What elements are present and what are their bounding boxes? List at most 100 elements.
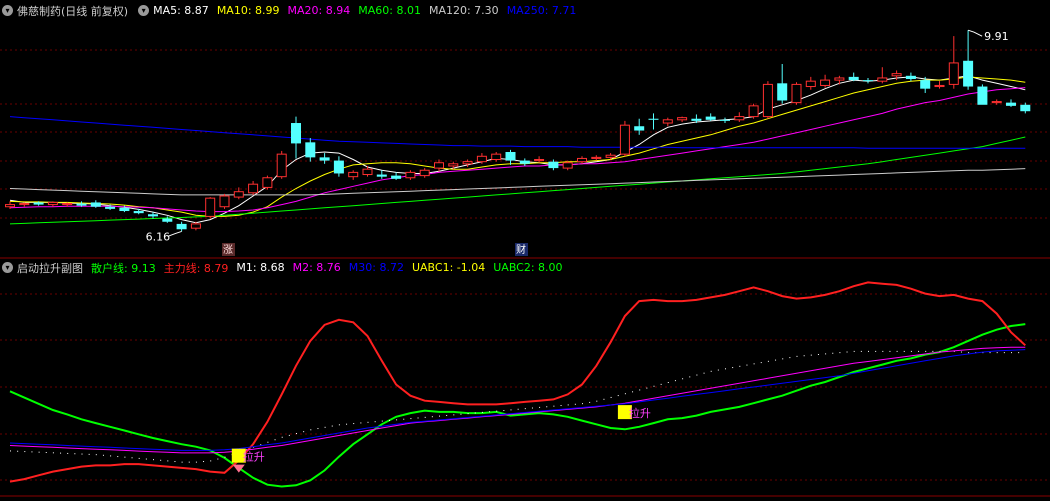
dot-m1-28-0 bbox=[410, 418, 412, 420]
dot-m1-21-1 bbox=[317, 428, 319, 430]
dot-m1-28-1 bbox=[417, 417, 419, 419]
dot-m1-49-0 bbox=[710, 370, 712, 372]
dot-m1-7-1 bbox=[117, 456, 119, 458]
dot-m1-66-1 bbox=[960, 351, 962, 353]
dot-m1-24-0 bbox=[353, 423, 355, 425]
candle-body-10 bbox=[148, 214, 158, 217]
dot-m1-3-0 bbox=[52, 452, 54, 454]
dot-m1-7-0 bbox=[110, 455, 112, 457]
candle-body-46 bbox=[662, 119, 673, 124]
dot-m1-29-1 bbox=[431, 416, 433, 418]
dot-m1-45-0 bbox=[653, 385, 655, 387]
dot-m1-15-0 bbox=[224, 456, 226, 458]
dot-m1-0-1 bbox=[17, 450, 19, 452]
indicator-legend-item-3: M2: 8.76 bbox=[292, 261, 341, 274]
indicator-menu-icon[interactable]: ▾ bbox=[2, 262, 13, 273]
dot-m1-63-1 bbox=[918, 350, 920, 352]
dot-m1-56-1 bbox=[817, 354, 819, 355]
badge-cai: 财 bbox=[516, 243, 526, 256]
candle-body-22 bbox=[319, 157, 330, 161]
candle-body-41 bbox=[591, 156, 602, 159]
dot-m1-23-0 bbox=[338, 424, 340, 426]
dot-m1-61-1 bbox=[889, 350, 891, 352]
dot-m1-29-0 bbox=[424, 416, 426, 418]
candle-body-39 bbox=[562, 162, 573, 169]
indicator-name: 启动拉升副图 bbox=[17, 261, 83, 275]
dot-m1-52-1 bbox=[760, 362, 762, 364]
candle-body-49 bbox=[705, 116, 716, 120]
ma-legend-item-1: MA10: 8.99 bbox=[216, 4, 280, 17]
dot-m1-26-1 bbox=[388, 419, 390, 421]
candle-body-13 bbox=[190, 223, 201, 229]
indicator-legend-item-4: M30: 8.72 bbox=[348, 261, 404, 274]
dot-m1-27-0 bbox=[396, 419, 398, 421]
dot-m1-55-0 bbox=[796, 355, 798, 357]
candle-body-63 bbox=[905, 75, 916, 80]
candle-body-9 bbox=[133, 211, 144, 214]
candle-body-58 bbox=[834, 77, 845, 81]
candle-body-54 bbox=[777, 83, 788, 101]
candle-body-70 bbox=[1006, 102, 1016, 106]
dot-m1-6-1 bbox=[102, 454, 104, 456]
candle-body-66 bbox=[948, 62, 959, 85]
chart-canvas[interactable]: 9.916.16涨 财拉升拉升 bbox=[0, 0, 1050, 501]
ma-legend-item-4: MA120: 7.30 bbox=[428, 4, 499, 17]
candle-body-53 bbox=[762, 83, 773, 118]
dot-m1-11-0 bbox=[167, 460, 169, 462]
dot-m1-63-0 bbox=[910, 350, 912, 352]
candle-body-3 bbox=[47, 201, 58, 206]
dot-m1-9-1 bbox=[145, 458, 147, 460]
dot-m1-18-0 bbox=[267, 441, 269, 443]
candle-body-51 bbox=[734, 116, 745, 121]
dot-m1-30-1 bbox=[446, 414, 448, 416]
dot-m1-43-1 bbox=[632, 391, 634, 393]
dot-m1-46-1 bbox=[674, 380, 676, 382]
dot-m1-48-1 bbox=[703, 372, 705, 374]
settings-icon[interactable]: ▾ bbox=[138, 5, 150, 16]
dot-m1-13-0 bbox=[195, 461, 197, 463]
dot-m1-35-1 bbox=[517, 408, 519, 410]
dot-m1-54-0 bbox=[782, 358, 784, 360]
indicator-legend: ▾ 启动拉升副图 散户线: 9.13 主力线: 8.79 M1: 8.68 M2: 8… bbox=[0, 259, 1050, 276]
dot-m1-64-1 bbox=[932, 350, 934, 352]
dot-m1-2-1 bbox=[45, 452, 47, 453]
candle-body-69 bbox=[991, 101, 1002, 104]
candle-body-21 bbox=[305, 142, 316, 158]
candle-body-20 bbox=[291, 123, 301, 144]
dot-m1-25-1 bbox=[374, 421, 376, 423]
main-chart-legend: ▾ 佛慈制药(日线 前复权) ▾ MA5: 8.87 MA10: 8.99 MA20… bbox=[0, 2, 1050, 19]
ma-line-ma120 bbox=[9, 168, 1026, 196]
dot-m1-5-1 bbox=[88, 453, 90, 455]
dot-m1-23-1 bbox=[346, 423, 348, 425]
dot-m1-6-0 bbox=[95, 454, 97, 456]
candle-body-14 bbox=[205, 197, 216, 217]
candle-body-59 bbox=[848, 76, 859, 81]
chevron-down-icon[interactable]: ▾ bbox=[2, 5, 13, 16]
dot-m1-60-0 bbox=[868, 350, 869, 352]
candle-body-32 bbox=[462, 161, 473, 165]
dot-m1-12-1 bbox=[188, 461, 190, 463]
dot-m1-12-0 bbox=[181, 461, 183, 463]
ma-line-ma5 bbox=[9, 75, 1026, 224]
dot-m1-32-1 bbox=[474, 412, 476, 414]
dot-m1-39-1 bbox=[574, 403, 576, 405]
candle-body-34 bbox=[491, 153, 502, 161]
dot-m1-8-1 bbox=[131, 457, 133, 459]
candle-body-60 bbox=[863, 80, 873, 82]
dot-m1-58-0 bbox=[839, 352, 841, 354]
dot-m1-36-0 bbox=[524, 408, 526, 410]
dot-m1-18-1 bbox=[274, 439, 276, 441]
candle-body-12 bbox=[176, 223, 187, 230]
dot-m1-53-0 bbox=[767, 360, 769, 362]
candle-body-40 bbox=[577, 157, 587, 163]
dot-m1-20-1 bbox=[303, 431, 305, 433]
dot-m1-9-0 bbox=[138, 457, 140, 459]
dot-m1-31-0 bbox=[453, 414, 455, 416]
dot-m1-34-1 bbox=[503, 410, 505, 411]
candle-body-52 bbox=[748, 105, 759, 118]
candle-body-42 bbox=[605, 154, 616, 158]
ma-line-ma60 bbox=[9, 136, 1026, 225]
dot-m1-55-1 bbox=[803, 355, 805, 357]
dot-m1-47-1 bbox=[689, 376, 691, 378]
dot-m1-35-0 bbox=[510, 409, 512, 411]
